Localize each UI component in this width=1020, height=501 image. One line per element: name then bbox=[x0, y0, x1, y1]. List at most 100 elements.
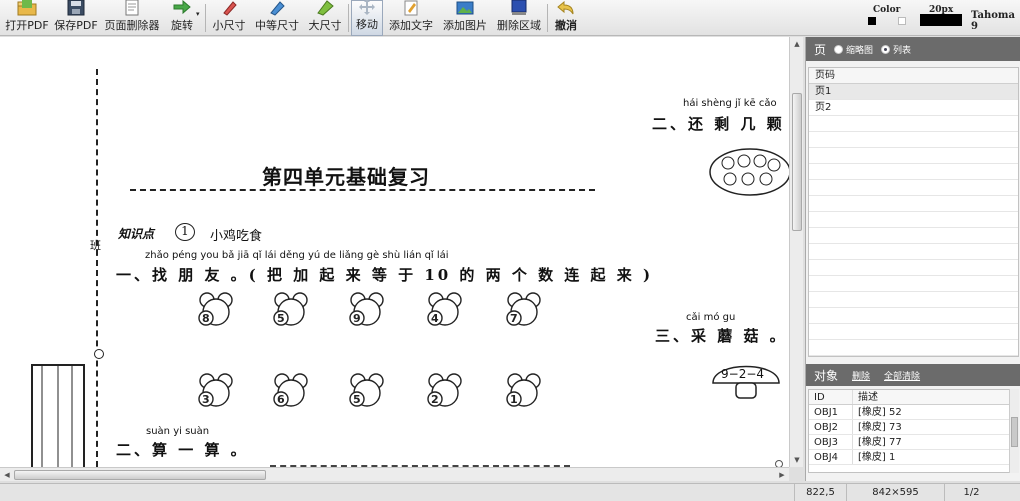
koala-number: 1 bbox=[510, 393, 518, 406]
toolbar-separator bbox=[205, 4, 206, 32]
save-pdf-button[interactable]: 保存PDF bbox=[53, 0, 99, 36]
status-bar: 822,5 842×595 1/2 bbox=[0, 483, 1020, 501]
undo-button[interactable]: 撤消 bbox=[550, 0, 582, 36]
empty-row bbox=[809, 292, 1018, 308]
koala-number-card: 5 bbox=[346, 371, 386, 411]
object-scroll-thumb[interactable] bbox=[1011, 417, 1018, 447]
medium-eraser-icon bbox=[266, 0, 288, 16]
object-row[interactable]: OBJ1 [橡皮] 52 bbox=[809, 405, 1018, 420]
document-canvas[interactable]: 班 第四单元基础复习 知识点 1 小鸡吃食 zhǎo péng you bǎ j… bbox=[0, 37, 789, 467]
font-caption[interactable]: Tahoma 9 bbox=[971, 10, 1020, 32]
page-list-item[interactable]: 页1 bbox=[809, 84, 1018, 100]
page-list-header: 页码 bbox=[809, 68, 1018, 84]
scroll-down-arrow-icon[interactable]: ▼ bbox=[790, 453, 804, 467]
scroll-left-arrow-icon[interactable]: ◀ bbox=[0, 468, 14, 482]
list-radio-icon[interactable] bbox=[881, 44, 891, 54]
corner-marker bbox=[775, 460, 783, 467]
binding-hole bbox=[94, 349, 104, 359]
koala-number-card: 6 bbox=[270, 371, 310, 411]
mushroom-expression: 9−2−4 bbox=[721, 367, 765, 381]
object-table-header: ID 描述 bbox=[809, 390, 1018, 405]
binding-dashed-line bbox=[96, 69, 98, 467]
binding-side-label: 班 bbox=[90, 239, 101, 252]
object-id: OBJ2 bbox=[809, 420, 853, 434]
pages-panel-title: 页 bbox=[814, 42, 827, 57]
title-divider bbox=[130, 189, 595, 191]
empty-row bbox=[809, 116, 1018, 132]
pdf-editor-window: 打开PDF 保存PDF 页面删除器 旋转 ▾ 小尺寸 中等尺寸 大尺寸 移动 添… bbox=[0, 0, 1020, 501]
small-eraser-icon bbox=[218, 0, 240, 16]
object-row[interactable]: OBJ3 [橡皮] 77 bbox=[809, 435, 1018, 450]
horizontal-scroll-thumb[interactable] bbox=[14, 470, 266, 480]
vertical-scroll-thumb[interactable] bbox=[792, 93, 802, 231]
worksheet-title: 第四单元基础复习 bbox=[262, 165, 430, 189]
koala-number-card: 8 bbox=[195, 290, 235, 330]
secondary-color-swatch[interactable] bbox=[898, 17, 906, 25]
koala-number: 8 bbox=[202, 312, 210, 325]
add-text-icon bbox=[400, 0, 422, 16]
koala-number: 2 bbox=[431, 393, 439, 406]
stroke-size-preview[interactable] bbox=[920, 14, 962, 26]
koala-number-card: 3 bbox=[195, 371, 235, 411]
question2-text: 二、算 一 算 。 bbox=[116, 441, 249, 459]
clear-all-objects-link[interactable]: 全部清除 bbox=[884, 369, 920, 382]
primary-color-swatch[interactable] bbox=[868, 17, 876, 25]
koala-number: 5 bbox=[353, 393, 361, 406]
empty-row bbox=[809, 180, 1018, 196]
column-id-header[interactable]: ID bbox=[809, 390, 853, 404]
object-row[interactable]: OBJ2 [橡皮] 73 bbox=[809, 420, 1018, 435]
empty-row bbox=[809, 308, 1018, 324]
small-size-button[interactable]: 小尺寸 bbox=[209, 0, 249, 36]
side-panel: 页 缩略图 列表 页码 页1 页2 对象 删除 全部清除 ID 描述 OBJ1 … bbox=[805, 37, 1020, 481]
move-button[interactable]: 移动 bbox=[351, 0, 383, 36]
right-question3-text: 三、采 蘑 菇 。 bbox=[655, 327, 788, 345]
question2-pinyin: suàn yi suàn bbox=[146, 426, 210, 437]
koala-number-card: 1 bbox=[503, 371, 543, 411]
delete-object-link[interactable]: 删除 bbox=[852, 369, 870, 382]
list-view-option[interactable]: 列表 bbox=[881, 43, 911, 56]
thumbnail-view-option[interactable]: 缩略图 bbox=[834, 43, 873, 56]
koala-number-card: 4 bbox=[424, 290, 464, 330]
large-size-button[interactable]: 大尺寸 bbox=[305, 0, 345, 36]
medium-size-button[interactable]: 中等尺寸 bbox=[252, 0, 302, 36]
empty-row bbox=[809, 212, 1018, 228]
page-deleter-button[interactable]: 页面删除器 bbox=[101, 0, 163, 36]
undo-icon bbox=[555, 0, 577, 16]
page-indicator: 1/2 bbox=[944, 484, 998, 501]
empty-row bbox=[809, 228, 1018, 244]
scroll-up-arrow-icon[interactable]: ▲ bbox=[790, 37, 804, 51]
object-description: [橡皮] 73 bbox=[858, 422, 902, 433]
rotate-dropdown-chevron-icon[interactable]: ▾ bbox=[196, 10, 200, 18]
object-rows: OBJ1 [橡皮] 52 OBJ2 [橡皮] 73 OBJ3 [橡皮] 77 OBJ4 [橡皮… bbox=[809, 405, 1018, 465]
rotate-button[interactable]: 旋转 bbox=[165, 0, 199, 36]
right-question2-pinyin: hái shèng jǐ kē cǎo bbox=[683, 98, 777, 109]
document-vertical-scrollbar[interactable]: ▲ ▼ bbox=[789, 37, 803, 467]
question1-text: 一、找 朋 友 。( 把 加 起 来 等 于 10 的 两 个 数 连 起 来 … bbox=[116, 266, 654, 284]
page-list-item[interactable]: 页2 bbox=[809, 100, 1018, 116]
object-description: [橡皮] 52 bbox=[858, 407, 902, 418]
object-id: OBJ3 bbox=[809, 435, 853, 449]
main-toolbar: 打开PDF 保存PDF 页面删除器 旋转 ▾ 小尺寸 中等尺寸 大尺寸 移动 添… bbox=[0, 0, 1020, 36]
empty-row bbox=[809, 148, 1018, 164]
document-horizontal-scrollbar[interactable]: ◀ ▶ bbox=[0, 467, 789, 481]
thumbnail-radio-icon[interactable] bbox=[834, 44, 844, 54]
toolbar-separator bbox=[348, 4, 349, 32]
add-text-button[interactable]: 添加文字 bbox=[386, 0, 436, 36]
object-table-scrollbar[interactable] bbox=[1009, 389, 1019, 473]
open-pdf-button[interactable]: 打开PDF bbox=[4, 0, 50, 36]
koala-number-card: 2 bbox=[424, 371, 464, 411]
page-delete-icon bbox=[121, 0, 143, 16]
column-description-header[interactable]: 描述 bbox=[853, 390, 1018, 404]
cursor-coordinates: 822,5 bbox=[794, 484, 846, 501]
empty-row bbox=[809, 276, 1018, 292]
koala-number: 9 bbox=[353, 312, 361, 325]
empty-row bbox=[809, 244, 1018, 260]
add-image-button[interactable]: 添加图片 bbox=[439, 0, 491, 36]
knowledge-point-topic: 小鸡吃食 bbox=[210, 229, 263, 244]
empty-row bbox=[809, 196, 1018, 212]
empty-row bbox=[809, 260, 1018, 276]
delete-area-button[interactable]: 删除区域 bbox=[494, 0, 544, 36]
object-row[interactable]: OBJ4 [橡皮] 1 bbox=[809, 450, 1018, 465]
delete-area-icon bbox=[508, 0, 530, 16]
scroll-right-arrow-icon[interactable]: ▶ bbox=[775, 468, 789, 482]
